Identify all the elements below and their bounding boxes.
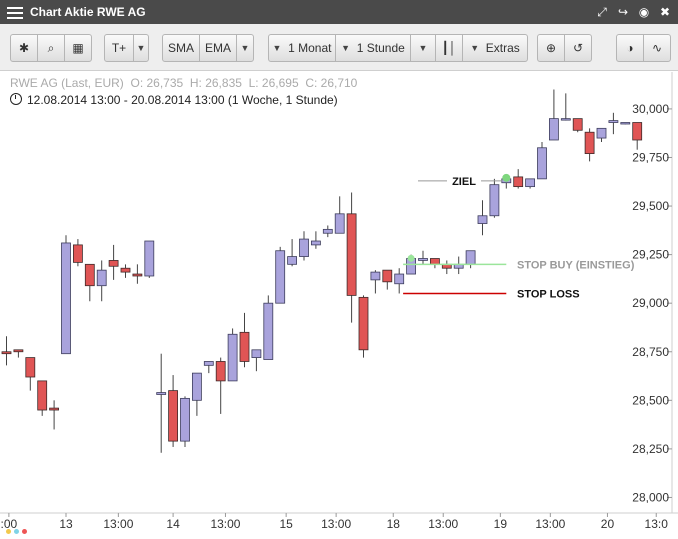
candle-body: [632, 122, 643, 141]
stop-loss-label: STOP LOSS: [517, 288, 580, 300]
candle-body: [227, 333, 238, 382]
candle-body: [620, 122, 631, 125]
x-tick-label: 13:00: [428, 517, 458, 531]
x-tick-label: 15: [279, 517, 293, 531]
stop-buy-marker: [407, 254, 415, 262]
x-tick-label: 13: [59, 517, 73, 531]
candle-body: [13, 349, 24, 353]
candle-body: [370, 271, 381, 281]
candle-body: [382, 269, 393, 283]
status-dots: [6, 529, 27, 534]
x-tick-label: 14: [166, 517, 180, 531]
candle-body: [168, 390, 179, 442]
stop-buy-label: STOP BUY (EINSTIEG): [517, 259, 635, 271]
candle-body: [299, 238, 309, 257]
candle-body: [203, 361, 214, 366]
candle-body: [334, 213, 345, 234]
candle-body: [489, 184, 500, 217]
ziel-marker: [502, 173, 511, 182]
status-dot: [6, 529, 11, 534]
candle-body: [49, 407, 59, 411]
candle-body: [584, 131, 595, 154]
candle-body: [358, 296, 369, 351]
x-tick-label: 18: [387, 517, 401, 531]
candle-body: [418, 258, 428, 261]
y-tick-label: 28,000: [632, 490, 669, 504]
status-dot: [22, 529, 27, 534]
y-tick-label: 28,750: [632, 345, 669, 359]
candle-body: [549, 118, 559, 141]
candle-body: [108, 260, 119, 267]
candle-body: [215, 361, 226, 382]
candle-body: [513, 176, 524, 188]
candle-body: [287, 256, 298, 265]
y-tick-label: 29,000: [632, 296, 669, 310]
candle-body: [84, 263, 95, 287]
candle-body: [251, 349, 262, 358]
candle-body: [346, 213, 357, 296]
x-tick-label: 13:00: [535, 517, 565, 531]
candle-body: [310, 240, 321, 246]
candle-body: [191, 372, 202, 401]
candle-body: [429, 258, 440, 265]
candle-body: [322, 228, 333, 234]
candle-body: [144, 240, 155, 277]
x-tick-label: 19: [494, 517, 508, 531]
candle-body: [572, 118, 583, 131]
y-tick-label: 29,500: [632, 199, 669, 213]
y-tick-label: 28,500: [632, 393, 669, 407]
candle-body: [560, 118, 571, 121]
candle-body: [25, 357, 36, 378]
candlestick-chart[interactable]: 28,000 28,250 28,500 28,750 29,000 29,250 29,5…: [0, 0, 678, 539]
candle-body: [263, 302, 274, 360]
candle-body: [96, 269, 107, 287]
candle-body: [120, 267, 131, 273]
candle-body: [477, 215, 488, 224]
status-dot: [14, 529, 19, 534]
candle-body: [525, 178, 535, 188]
y-tick-label: 28,250: [632, 442, 669, 456]
candle-body: [61, 242, 71, 355]
x-tick-label: 13:00: [103, 517, 133, 531]
candle-body: [239, 331, 250, 362]
y-tick-label: 29,750: [632, 150, 669, 164]
candle-body: [465, 250, 476, 265]
candle-body: [1, 351, 12, 355]
candle-body: [156, 392, 167, 395]
candle-body: [394, 273, 405, 285]
x-tick-label: 13:00: [321, 517, 351, 531]
candle-body: [132, 273, 143, 277]
x-tick-label: 13:0: [645, 517, 669, 531]
y-tick-label: 30,000: [632, 102, 669, 116]
x-tick-label: 20: [601, 517, 615, 531]
candle-body: [537, 147, 547, 180]
candle-body: [275, 250, 286, 304]
y-tick-label: 29,250: [632, 248, 669, 262]
candle-body: [608, 120, 619, 123]
candle-body: [180, 397, 190, 442]
ziel-label: ZIEL: [452, 176, 476, 188]
x-tick-label: 13:00: [210, 517, 240, 531]
candle-body: [73, 244, 83, 263]
candle-body: [37, 380, 48, 411]
candle-body: [596, 127, 607, 139]
